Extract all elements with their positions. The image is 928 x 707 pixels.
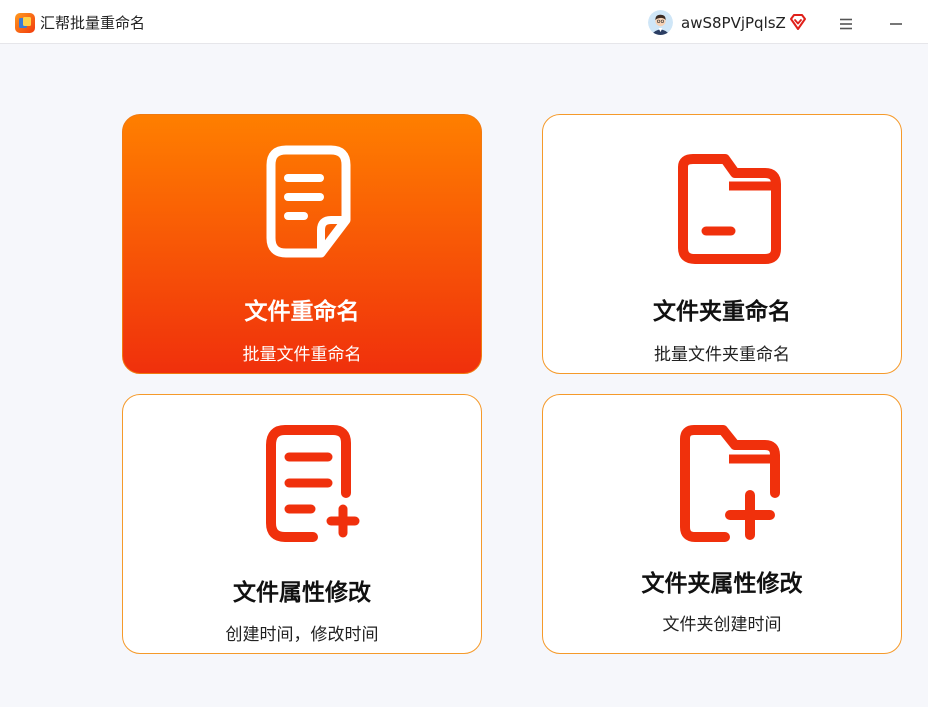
app-title: 汇帮批量重命名 [40, 14, 146, 32]
folder-rename-card[interactable]: 文件夹重命名 批量文件夹重命名 [542, 114, 902, 374]
menu-icon[interactable] [836, 14, 856, 34]
card-title: 文件夹重命名 [653, 299, 791, 325]
folder-attribute-card[interactable]: 文件夹属性修改 文件夹创建时间 [542, 394, 902, 654]
card-title: 文件夹属性修改 [641, 571, 803, 597]
username[interactable]: awS8PVjPqlsZ [681, 13, 786, 33]
minimize-icon[interactable] [886, 14, 906, 34]
card-subtitle: 批量文件重命名 [242, 345, 362, 365]
folder-add-icon [680, 425, 780, 542]
card-title: 文件重命名 [244, 299, 360, 325]
title-bar: 汇帮批量重命名 awS8PVjPqlsZ [0, 0, 928, 44]
vip-diamond-icon[interactable] [789, 13, 807, 31]
app-logo-icon [15, 13, 35, 33]
document-icon [266, 145, 351, 258]
card-subtitle: 创建时间，修改时间 [225, 625, 379, 645]
file-rename-card[interactable]: 文件重命名 批量文件重命名 [122, 114, 482, 374]
file-attribute-card[interactable]: 文件属性修改 创建时间，修改时间 [122, 394, 482, 654]
document-add-icon [266, 425, 360, 542]
card-title: 文件属性修改 [233, 580, 371, 606]
card-subtitle: 批量文件夹重命名 [654, 345, 790, 365]
avatar[interactable] [648, 10, 673, 35]
folder-icon [678, 154, 781, 264]
card-subtitle: 文件夹创建时间 [662, 615, 782, 635]
